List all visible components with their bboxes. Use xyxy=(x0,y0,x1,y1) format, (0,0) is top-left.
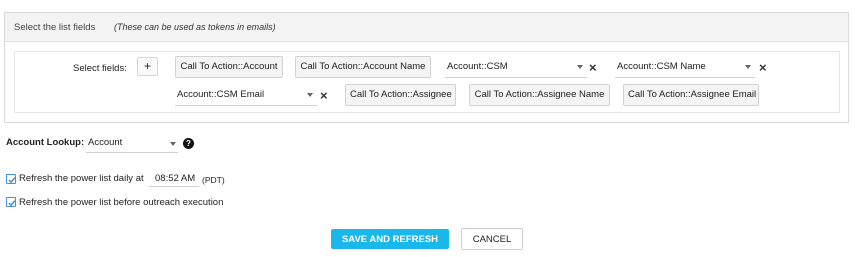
field-select-csm[interactable]: Account::CSM xyxy=(445,56,587,78)
field-tag-cta-account[interactable]: Call To Action::Account xyxy=(175,56,283,78)
help-icon[interactable]: ? xyxy=(183,138,194,149)
field-select-value: Account::CSM xyxy=(447,61,508,72)
panel-header: Select the list fields (These can be use… xyxy=(5,13,848,42)
account-lookup-select[interactable]: Account xyxy=(86,134,178,153)
account-lookup-value: Account xyxy=(88,137,123,148)
chevron-down-icon xyxy=(170,142,176,146)
select-fields-label: Select fields: xyxy=(73,63,127,74)
field-select-value: Account::CSM Name xyxy=(617,61,706,72)
cancel-button[interactable]: CANCEL xyxy=(461,228,523,250)
panel-hint: (These can be used as tokens in emails) xyxy=(114,22,276,32)
add-field-button[interactable]: + xyxy=(137,57,158,76)
checkmark-icon xyxy=(8,200,16,207)
refresh-before-checkbox[interactable] xyxy=(6,197,16,207)
chevron-down-icon xyxy=(745,65,751,69)
chevron-down-icon xyxy=(577,65,583,69)
refresh-daily-label: Refresh the power list daily at xyxy=(19,173,144,184)
close-icon[interactable]: × xyxy=(320,89,328,102)
field-tag-cta-account-name[interactable]: Call To Action::Account Name xyxy=(295,56,431,78)
field-tag-cta-assignee[interactable]: Call To Action::Assignee xyxy=(345,84,456,106)
close-icon[interactable]: × xyxy=(759,61,767,74)
close-icon[interactable]: × xyxy=(589,61,597,74)
panel-title: Select the list fields xyxy=(14,22,96,33)
account-lookup-label: Account Lookup: xyxy=(6,137,85,148)
chevron-down-icon xyxy=(307,93,313,97)
field-tag-cta-assignee-email[interactable]: Call To Action::Assignee Email xyxy=(623,84,759,106)
field-tag-cta-assignee-name[interactable]: Call To Action::Assignee Name xyxy=(469,84,610,106)
field-select-value: Account::CSM Email xyxy=(177,89,265,100)
save-and-refresh-button[interactable]: SAVE AND REFRESH xyxy=(331,229,449,249)
refresh-time-input[interactable]: 08:52 AM xyxy=(149,171,199,187)
field-select-csm-email[interactable]: Account::CSM Email xyxy=(175,84,317,106)
timezone-label: (PDT) xyxy=(202,175,225,185)
refresh-daily-checkbox[interactable] xyxy=(6,174,16,184)
refresh-time-value: 08:52 AM xyxy=(155,173,196,184)
field-select-csm-name[interactable]: Account::CSM Name xyxy=(615,56,755,78)
refresh-before-label: Refresh the power list before outreach e… xyxy=(19,197,224,208)
checkmark-icon xyxy=(8,177,16,184)
